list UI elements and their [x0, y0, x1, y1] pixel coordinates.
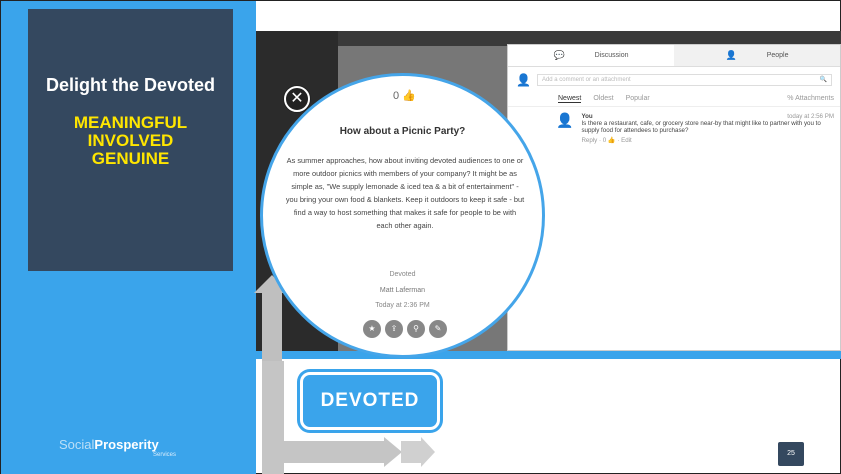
post-time: Today at 2:36 PM — [375, 302, 430, 309]
tab-people[interactable]: 👤 People — [674, 45, 840, 66]
person-icon: 👤 — [725, 50, 737, 60]
company-logo: SocialProsperity Services — [59, 437, 177, 458]
comment-author: You — [581, 113, 593, 120]
edit-icon[interactable]: ✎ — [429, 320, 447, 338]
avatar: 👤 — [516, 73, 531, 87]
post-author: Matt Laferman — [379, 287, 426, 294]
sort-tabs: Newest Oldest Popular % Attachments — [508, 87, 840, 107]
post-popup: 0 👍 How about a Picnic Party? As summer … — [260, 73, 545, 358]
comment-input-row: 👤 Add a comment or an attachment 🔍 — [508, 67, 840, 87]
sort-oldest[interactable]: Oldest — [593, 95, 613, 103]
attachments-link[interactable]: % Attachments — [787, 95, 840, 103]
post-category: Devoted — [389, 271, 416, 278]
post-body: As summer approaches, how about inviting… — [285, 156, 525, 230]
sort-newest[interactable]: Newest — [558, 95, 582, 103]
right-arrow — [401, 437, 435, 467]
vertical-bar — [262, 361, 284, 474]
slide-title: Delight the Devoted — [45, 75, 215, 95]
star-icon[interactable]: ★ — [363, 320, 381, 338]
share-icon[interactable]: ⇪ — [385, 320, 403, 338]
subtitle-line: INVOLVED — [87, 131, 174, 150]
thumbs-up-icon: 👍 — [402, 90, 416, 102]
comment-text: Is there a restaurant, cafe, or grocery … — [581, 120, 821, 134]
left-panel: Delight the Devoted MEANINGFUL INVOLVED … — [1, 1, 256, 474]
sort-popular[interactable]: Popular — [626, 95, 650, 103]
discussion-panel: 💬 Discussion 👤 People 👤 Add a comment or… — [507, 44, 841, 351]
devoted-badge: DEVOTED — [300, 372, 440, 430]
panel-tabs: 💬 Discussion 👤 People — [508, 45, 840, 67]
close-icon[interactable]: ✕ — [284, 86, 310, 112]
post-title: How about a Picnic Party? — [339, 126, 466, 137]
post-actions: ★ ⇪ ⚲ ✎ — [363, 320, 447, 338]
slide: Delight the Devoted MEANINGFUL INVOLVED … — [0, 0, 841, 474]
avatar: 👤 — [556, 112, 574, 128]
tab-discussion[interactable]: 💬 Discussion — [508, 45, 674, 66]
subtitle-line: MEANINGFUL — [73, 113, 188, 132]
comment-item: 👤 You today at 2:56 PM Is there a restau… — [508, 107, 840, 144]
subtitle-line: GENUINE — [91, 149, 170, 168]
comment-time: today at 2:56 PM — [787, 113, 834, 120]
title-box: Delight the Devoted MEANINGFUL INVOLVED … — [28, 9, 233, 271]
right-arrow — [284, 437, 402, 467]
link-icon[interactable]: ⚲ — [407, 320, 425, 338]
bottom-strip — [256, 351, 841, 359]
page-number: 25 — [778, 442, 804, 466]
comment-input[interactable]: Add a comment or an attachment 🔍 — [536, 74, 832, 86]
comment-actions[interactable]: Reply · 0 👍 · Edit — [581, 136, 834, 144]
slide-subtitle: MEANINGFUL INVOLVED GENUINE — [28, 114, 233, 168]
search-icon: 🔍 — [819, 77, 827, 83]
like-count[interactable]: 0 👍 — [393, 89, 416, 102]
chat-icon: 💬 — [553, 50, 565, 60]
